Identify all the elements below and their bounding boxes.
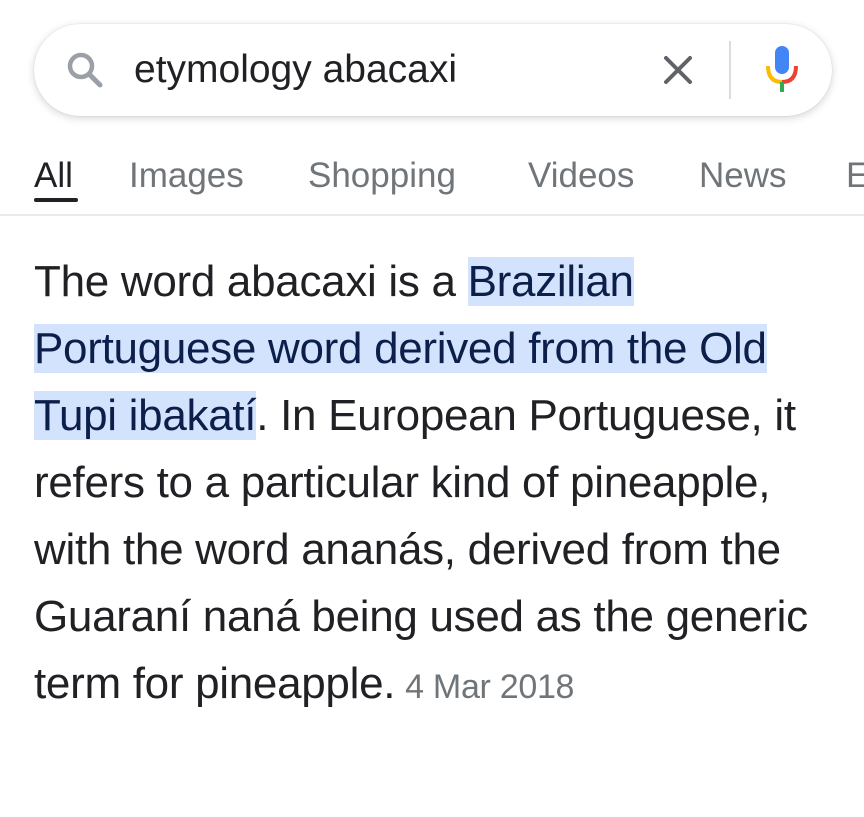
featured-snippet: The word abacaxi is a Brazilian Portugue…	[34, 248, 834, 721]
tabs-divider	[0, 214, 864, 216]
tab-images[interactable]: Images	[129, 154, 244, 198]
snippet-intro: The word abacaxi is a	[34, 257, 468, 306]
tab-news[interactable]: News	[699, 154, 787, 198]
tab-active-indicator	[34, 198, 78, 202]
search-bar[interactable]: etymology abacaxi	[34, 24, 832, 116]
search-results-page: etymology abacaxi All Images Shopping Vi…	[0, 0, 864, 817]
tab-partial[interactable]: E	[846, 154, 864, 198]
tab-all[interactable]: All	[34, 154, 73, 198]
snippet-date: 4 Mar 2018	[405, 668, 575, 706]
tab-videos[interactable]: Videos	[528, 154, 634, 198]
search-tabs: All Images Shopping Videos News E	[0, 140, 864, 214]
mic-icon[interactable]	[762, 44, 802, 96]
tab-shopping[interactable]: Shopping	[308, 154, 456, 198]
search-icon	[64, 49, 106, 91]
search-input[interactable]: etymology abacaxi	[134, 44, 457, 96]
search-divider	[729, 41, 731, 99]
close-icon[interactable]	[658, 50, 698, 90]
